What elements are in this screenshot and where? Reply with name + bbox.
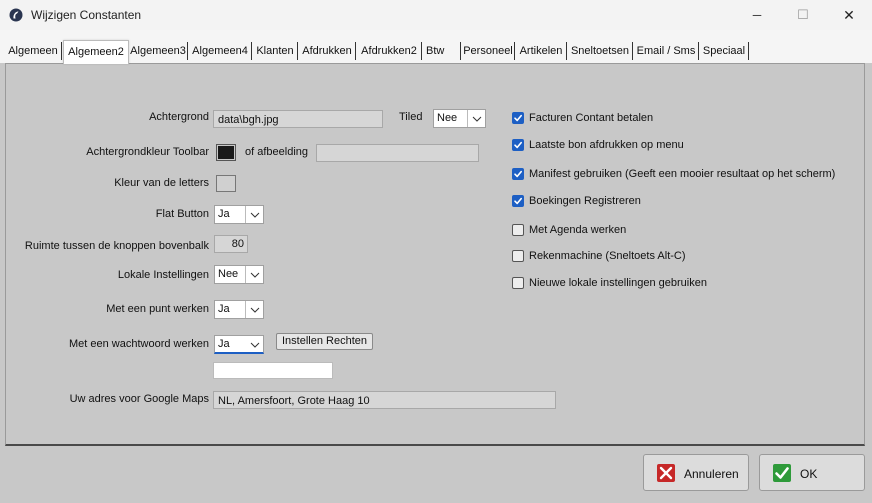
tiled-select[interactable]: Nee — [433, 109, 486, 128]
tab-afdrukken[interactable]: Afdrukken — [299, 42, 356, 60]
checkbox-label[interactable]: Met Agenda werken — [529, 224, 626, 236]
flat-button-select[interactable]: Ja — [214, 205, 264, 224]
tab-speciaal[interactable]: Speciaal — [700, 42, 749, 60]
or-image-field[interactable] — [316, 144, 479, 162]
cancel-label: Annuleren — [684, 467, 739, 481]
checkbox-label[interactable]: Rekenmachine (Sneltoets Alt-C) — [529, 250, 686, 262]
point-label: Met een punt werken — [106, 303, 209, 315]
tab-artikelen[interactable]: Artikelen — [516, 42, 567, 60]
checkbox[interactable] — [512, 195, 524, 207]
checkbox-label[interactable]: Manifest gebruiken (Geeft een mooier res… — [529, 168, 835, 180]
password-label: Met een wachtwoord werken — [68, 338, 209, 350]
checkbox-label[interactable]: Boekingen Registreren — [529, 195, 641, 207]
ok-button[interactable]: OK — [759, 454, 865, 491]
point-select[interactable]: Ja — [214, 300, 264, 319]
chevron-down-icon — [246, 336, 263, 353]
cancel-icon — [657, 464, 675, 482]
password-field[interactable] — [213, 362, 333, 379]
password-select[interactable]: Ja — [214, 335, 264, 354]
tab-algemeen[interactable]: Algemeen — [5, 42, 62, 60]
minimize-button[interactable]: ─ — [734, 0, 780, 30]
maps-address-field[interactable]: NL, Amersfoort, Grote Haag 10 — [213, 391, 556, 409]
checkmark-icon — [514, 141, 522, 149]
app-logo-icon — [9, 8, 23, 22]
spacing-label: Ruimte tussen de knoppen bovenbalk — [24, 240, 209, 252]
checkmark-icon — [514, 114, 522, 122]
tab-sneltoetsen[interactable]: Sneltoetsen — [568, 42, 633, 60]
tab-algemeen2[interactable]: Algemeen2 — [63, 40, 129, 64]
spacing-input[interactable]: 80 — [214, 235, 248, 253]
point-value: Ja — [218, 303, 230, 315]
toolbar-color-label: Achtergrondkleur Toolbar — [86, 146, 209, 158]
letter-color-label: Kleur van de letters — [114, 177, 209, 189]
or-image-label: of afbeelding — [245, 146, 308, 158]
background-label: Achtergrond — [149, 111, 209, 123]
checkbox-label[interactable]: Laatste bon afdrukken op menu — [529, 139, 684, 151]
password-value: Ja — [218, 338, 230, 350]
chevron-down-icon — [245, 206, 263, 223]
checkbox[interactable] — [512, 112, 524, 124]
checkbox[interactable] — [512, 277, 524, 289]
tab-algemeen4[interactable]: Algemeen4 — [189, 42, 252, 60]
maximize-button[interactable]: ☐ — [780, 0, 826, 30]
maximize-icon: ☐ — [797, 7, 809, 22]
local-settings-value: Nee — [218, 268, 239, 280]
window-title: Wijzigen Constanten — [31, 8, 142, 22]
chevron-down-icon — [245, 301, 263, 318]
local-settings-select[interactable]: Nee — [214, 265, 264, 284]
minimize-icon: ─ — [752, 8, 762, 22]
cancel-button[interactable]: Annuleren — [643, 454, 749, 491]
tab-email-sms[interactable]: Email / Sms — [634, 42, 699, 60]
toolbar-color-fill — [218, 146, 234, 159]
checkbox[interactable] — [512, 139, 524, 151]
checkmark-icon — [514, 197, 522, 205]
checkbox[interactable] — [512, 250, 524, 262]
tab-afdrukken2[interactable]: Afdrukken2 — [357, 42, 422, 60]
toolbar-color-swatch[interactable] — [216, 144, 236, 161]
checkbox[interactable] — [512, 224, 524, 236]
set-rights-button[interactable]: Instellen Rechten — [276, 333, 373, 350]
tab-personeel[interactable]: Personeel — [462, 42, 515, 60]
letter-color-swatch[interactable] — [216, 175, 236, 192]
tab-klanten[interactable]: Klanten — [253, 42, 298, 60]
checkbox-label[interactable]: Nieuwe lokale instellingen gebruiken — [529, 277, 707, 289]
tab-algemeen3[interactable]: Algemeen3 — [129, 42, 188, 60]
checkbox[interactable] — [512, 168, 524, 180]
title-bar: Wijzigen Constanten ─ ☐ ✕ — [0, 0, 872, 30]
background-field[interactable]: data\bgh.jpg — [213, 110, 383, 128]
maps-label: Uw adres voor Google Maps — [69, 393, 209, 405]
checkmark-icon — [773, 464, 791, 482]
tab-btw[interactable]: Btw — [423, 42, 461, 60]
close-icon: ✕ — [843, 6, 855, 23]
close-button[interactable]: ✕ — [826, 0, 872, 30]
tab-strip: Algemeen Algemeen2 Algemeen3 Algemeen4 K… — [0, 30, 872, 64]
chevron-down-icon — [245, 266, 263, 283]
tiled-label: Tiled — [399, 111, 423, 123]
chevron-down-icon — [467, 110, 485, 127]
local-settings-label: Lokale Instellingen — [117, 269, 209, 281]
tiled-value: Nee — [437, 112, 458, 124]
checkmark-icon — [514, 170, 522, 178]
checkbox-label[interactable]: Facturen Contant betalen — [529, 112, 653, 124]
ok-label: OK — [800, 467, 818, 481]
flat-button-value: Ja — [218, 208, 230, 220]
flat-button-label: Flat Button — [155, 208, 209, 220]
